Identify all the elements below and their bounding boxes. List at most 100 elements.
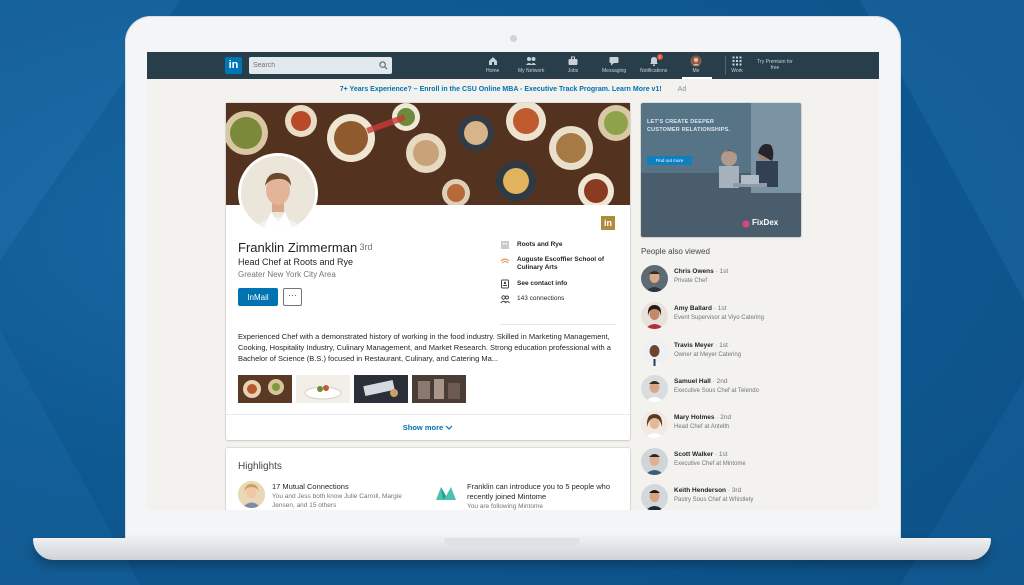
introduction-detail: You are following Mintome xyxy=(467,503,543,510)
media-thumbnail[interactable] xyxy=(412,375,466,403)
nav-notifications[interactable]: 2 Notifications xyxy=(640,54,668,74)
people-list-item[interactable]: Chris Owens · 1st Private Chef xyxy=(641,265,801,301)
home-icon xyxy=(488,57,497,65)
sidebar-ad[interactable]: LET'S CREATE DEEPER CUSTOMER RELATIONSHI… xyxy=(641,103,801,237)
person-avatar[interactable] xyxy=(641,448,668,475)
grid-icon xyxy=(732,56,742,66)
company-row[interactable]: Roots and Rye xyxy=(500,240,625,255)
chevron-down-icon xyxy=(445,425,453,430)
person-avatar[interactable] xyxy=(641,265,668,292)
people-also-viewed-title: People also viewed xyxy=(641,247,710,256)
person-avatar[interactable] xyxy=(641,339,668,366)
top-ad-banner[interactable]: 7+ Years Experience? – Enroll in the CSU… xyxy=(147,86,879,93)
person-role: Executive Chef at Mintome xyxy=(674,461,746,467)
nav-my-network[interactable]: My Network xyxy=(518,55,544,74)
mutual-connection-avatar[interactable] xyxy=(238,481,265,508)
profile-avatar[interactable] xyxy=(238,153,318,233)
connections-icon xyxy=(500,295,510,304)
linkedin-badge-icon: in xyxy=(601,216,615,230)
ad-find-out-more-button[interactable]: Find out more xyxy=(647,156,692,165)
show-more-button[interactable]: Show more xyxy=(226,423,630,432)
person-role: Owner at Meyer Catering xyxy=(674,352,742,358)
me-avatar-icon xyxy=(690,55,702,67)
media-thumbnail[interactable] xyxy=(296,375,350,403)
person-role: Private Chef xyxy=(674,278,708,284)
person-name[interactable]: Scott Walker xyxy=(674,451,713,458)
nav-my-network-label: My Network xyxy=(518,68,545,74)
connections-row[interactable]: 143 connections xyxy=(500,294,625,309)
person-degree: · 3rd xyxy=(727,487,742,494)
person-avatar[interactable] xyxy=(641,484,668,510)
people-list-item[interactable]: Mary Holmes · 2nd Head Chef at Antelth xyxy=(641,411,801,447)
nav-home[interactable]: Home xyxy=(486,55,499,74)
contact-info-link[interactable]: See contact info xyxy=(517,280,627,288)
avatar-photo xyxy=(238,481,265,508)
building-icon xyxy=(501,241,509,249)
ad-tag: Ad xyxy=(677,86,687,93)
laptop-camera xyxy=(510,35,517,42)
nav-jobs[interactable]: Jobs xyxy=(567,55,579,74)
inmail-button[interactable]: InMail xyxy=(238,288,278,306)
person-avatar[interactable] xyxy=(641,411,668,438)
profile-summary: Experienced Chef with a demonstrated his… xyxy=(238,332,611,363)
search-input[interactable] xyxy=(253,59,373,72)
person-degree: · 1st xyxy=(714,451,728,458)
nav-jobs-label: Jobs xyxy=(567,68,579,74)
person-degree: · 2nd xyxy=(712,378,728,385)
people-list-item[interactable]: Keith Henderson · 3rd Pastry Sous Chef a… xyxy=(641,484,801,510)
laptop-notch xyxy=(444,538,580,548)
top-navbar: in Home My Network Jobs Messaging 2 Noti… xyxy=(147,52,879,79)
person-name[interactable]: Keith Henderson xyxy=(674,487,726,494)
ad-headline: LET'S CREATE DEEPER CUSTOMER RELATIONSHI… xyxy=(647,119,731,133)
nav-me[interactable]: Me xyxy=(690,55,702,74)
connections-count: 143 connections xyxy=(517,295,565,302)
media-thumbnail[interactable] xyxy=(238,375,292,403)
person-avatar[interactable] xyxy=(641,375,668,402)
chat-icon xyxy=(609,57,619,66)
people-list-item[interactable]: Travis Meyer · 1st Owner at Meyer Cateri… xyxy=(641,339,801,375)
profile-photo xyxy=(241,156,315,230)
info-divider xyxy=(500,324,616,325)
person-name[interactable]: Samuel Hall xyxy=(674,378,711,385)
people-list-item[interactable]: Scott Walker · 1st Executive Chef at Min… xyxy=(641,448,801,484)
people-list-item[interactable]: Amy Ballard · 1st Event Supervisor at Vi… xyxy=(641,302,801,338)
profile-info-list: Roots and Rye Auguste Escoffier School o… xyxy=(500,240,625,309)
introduction-title[interactable]: Franklin can introduce you to 5 people w… xyxy=(467,482,617,502)
profile-headline: Head Chef at Roots and Rye xyxy=(238,257,354,267)
people-list-item[interactable]: Samuel Hall · 2nd Executive Sous Chef at… xyxy=(641,375,801,411)
ad-brand: FixDex xyxy=(752,218,779,227)
person-name[interactable]: Travis Meyer xyxy=(674,342,713,349)
person-name[interactable]: Chris Owens xyxy=(674,268,714,275)
contact-card-icon xyxy=(501,279,509,289)
connection-degree: · 3rd xyxy=(354,242,373,252)
person-degree: · 2nd xyxy=(716,414,732,421)
try-premium-link[interactable]: Try Premium for free xyxy=(757,59,793,71)
nav-home-label: Home xyxy=(486,68,500,74)
person-name[interactable]: Amy Ballard xyxy=(674,305,712,312)
profile-location: Greater New York City Area xyxy=(238,270,336,279)
highlights-title: Highlights xyxy=(238,461,282,472)
profile-name: Franklin Zimmerman xyxy=(238,240,358,255)
nav-work[interactable]: Work xyxy=(731,55,743,74)
nav-messaging[interactable]: Messaging xyxy=(602,55,626,74)
person-degree: · 1st xyxy=(713,305,727,312)
nav-messaging-label: Messaging xyxy=(602,68,627,74)
briefcase-icon xyxy=(568,56,578,65)
media-thumbnail[interactable] xyxy=(354,375,408,403)
contact-info-row[interactable]: See contact info xyxy=(500,279,625,294)
person-avatar[interactable] xyxy=(641,302,668,329)
search-icon[interactable] xyxy=(379,61,388,70)
ad-line-text[interactable]: 7+ Years Experience? – Enroll in the CSU… xyxy=(340,86,662,93)
linkedin-logo[interactable]: in xyxy=(225,57,242,74)
people-icon xyxy=(526,57,537,65)
more-actions-button[interactable]: ··· xyxy=(283,288,302,306)
nav-divider xyxy=(725,56,726,75)
person-name[interactable]: Mary Holmes xyxy=(674,414,714,421)
school-row[interactable]: Auguste Escoffier School of Culinary Art… xyxy=(500,255,625,279)
mutual-connections-title[interactable]: 17 Mutual Connections xyxy=(272,482,349,491)
school-logo-icon xyxy=(500,258,510,264)
laptop-screen: in Home My Network Jobs Messaging 2 Noti… xyxy=(147,52,879,510)
nav-notifications-label: Notifications xyxy=(640,68,668,74)
search-box[interactable] xyxy=(249,57,392,74)
person-role: Event Supervisor at Viyo Catering xyxy=(674,315,764,321)
